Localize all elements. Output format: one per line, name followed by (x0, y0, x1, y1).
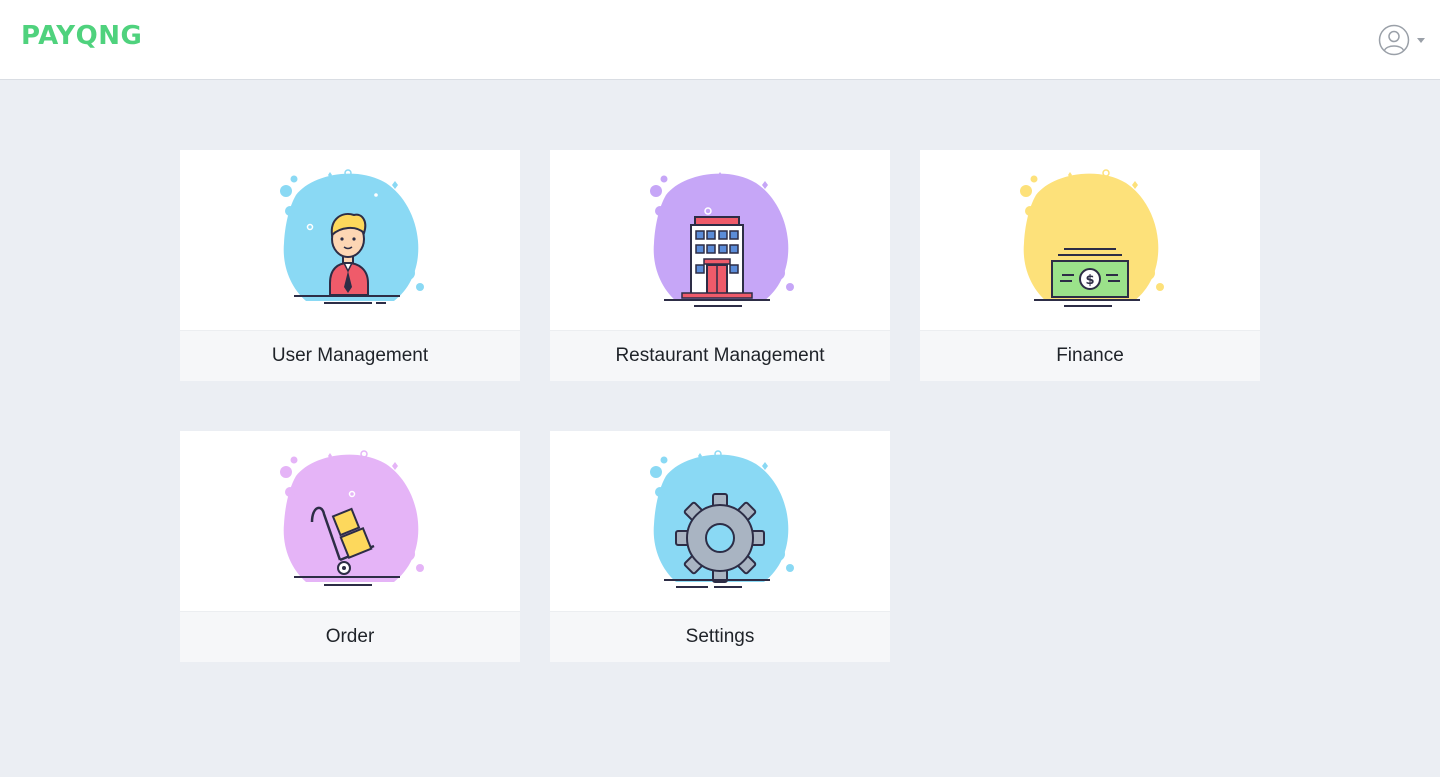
caret-down-icon (1417, 38, 1425, 43)
money-bill-icon: $ (1020, 169, 1164, 307)
module-illustration: $ (920, 150, 1260, 330)
module-card-user-management[interactable]: User Management (180, 150, 520, 381)
top-header: PAYQNG (0, 0, 1440, 80)
module-illustration (180, 150, 520, 330)
module-card-settings[interactable]: Settings (550, 431, 890, 662)
module-card-finance[interactable]: $ Finance (920, 150, 1260, 381)
module-card-restaurant-management[interactable]: Restaurant Management (550, 150, 890, 381)
building-icon (650, 172, 794, 307)
hand-truck-icon (280, 450, 424, 586)
module-label: Finance (920, 330, 1260, 381)
module-card-order[interactable]: Order (180, 431, 520, 662)
businessman-icon (280, 169, 424, 304)
user-avatar-icon (1378, 24, 1410, 56)
user-menu-button[interactable] (1378, 24, 1428, 56)
module-illustration (550, 431, 890, 611)
module-label: Restaurant Management (550, 330, 890, 381)
module-illustration (550, 150, 890, 330)
gear-icon (650, 450, 794, 588)
brand-logo[interactable]: PAYQNG (21, 20, 142, 52)
module-illustration (180, 431, 520, 611)
svg-text:$: $ (1085, 273, 1094, 288)
module-label: User Management (180, 330, 520, 381)
module-label: Order (180, 611, 520, 662)
module-label: Settings (550, 611, 890, 662)
